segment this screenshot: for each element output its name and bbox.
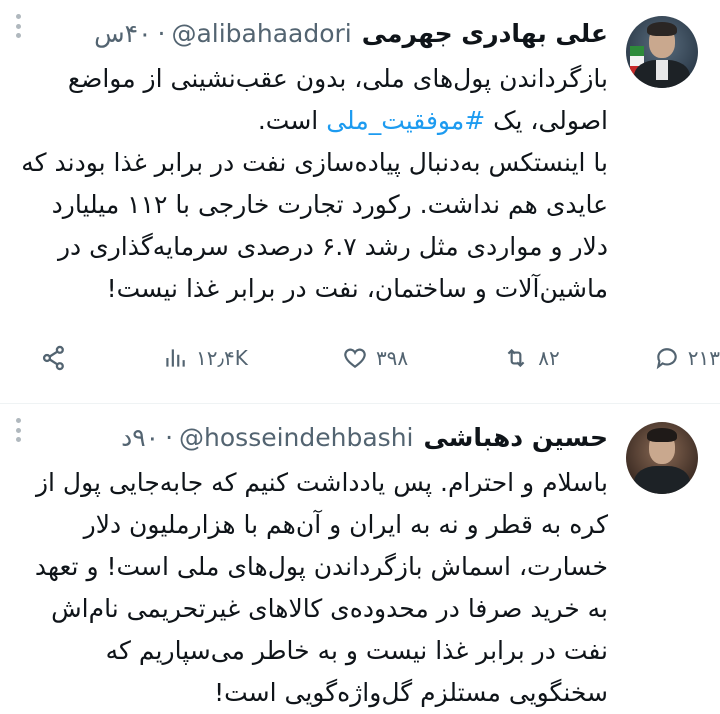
tweet[interactable]: حسین دهباشی @hosseindehbashi · ۹۰د باسلا… xyxy=(0,404,720,711)
views-icon xyxy=(166,349,185,367)
tweet-text-part: است. با اینستکس به‌دنبال پیاده‌سازی نفت … xyxy=(21,106,608,303)
share-icon xyxy=(42,345,64,371)
tweet-text: بازگرداندن پول‌های ملی، بدون عقب‌نشینی ا… xyxy=(16,58,608,310)
more-icon[interactable] xyxy=(6,418,30,442)
separator: · xyxy=(165,423,174,452)
tweet-content: حسین دهباشی @hosseindehbashi · ۹۰د باسلا… xyxy=(16,414,608,714)
avatar[interactable] xyxy=(626,422,698,494)
reply-icon xyxy=(656,348,677,370)
tweet-actions: ۲۱۳ ۸۲ ۳۹۸ ۱۲٫۴K xyxy=(40,338,720,378)
separator: · xyxy=(157,19,166,48)
author-handle[interactable]: @alibahaadori xyxy=(171,10,351,58)
avatar[interactable] xyxy=(626,16,698,88)
tweet-content: علی بهادری جهرمی @alibahaadori · ۴۰س باز… xyxy=(16,10,608,310)
share-button[interactable] xyxy=(40,344,68,372)
retweet-button[interactable]: ۸۲ xyxy=(502,345,560,371)
tweet-time[interactable]: ۴۰س xyxy=(94,10,151,58)
tweet-header: علی بهادری جهرمی @alibahaadori · ۴۰س xyxy=(16,10,608,58)
like-icon xyxy=(344,348,366,368)
tweet-header: حسین دهباشی @hosseindehbashi · ۹۰د xyxy=(16,414,608,462)
views-count: ۱۲٫۴K xyxy=(196,346,248,370)
tweet-time[interactable]: ۹۰د xyxy=(121,414,159,462)
tweet-feed: علی بهادری جهرمی @alibahaadori · ۴۰س باز… xyxy=(0,0,720,711)
like-button[interactable]: ۳۹۸ xyxy=(342,345,408,371)
views-button[interactable]: ۱۲٫۴K xyxy=(162,345,248,371)
reply-count: ۲۱۳ xyxy=(687,346,720,370)
retweet-icon xyxy=(507,348,525,368)
tweet-text: باسلام و احترام. پس یادداشت کنیم که جابه… xyxy=(26,468,608,707)
retweet-count: ۸۲ xyxy=(538,346,560,370)
like-count: ۳۹۸ xyxy=(375,346,409,370)
reply-button[interactable]: ۲۱۳ xyxy=(654,345,720,371)
author-name[interactable]: علی بهادری جهرمی xyxy=(362,10,608,58)
author-name[interactable]: حسین دهباشی xyxy=(424,414,609,462)
author-handle[interactable]: @hosseindehbashi xyxy=(179,414,413,462)
hashtag-link[interactable]: #موفقیت_ملی xyxy=(326,106,485,135)
more-icon[interactable] xyxy=(6,14,30,38)
tweet[interactable]: علی بهادری جهرمی @alibahaadori · ۴۰س باز… xyxy=(0,0,720,404)
